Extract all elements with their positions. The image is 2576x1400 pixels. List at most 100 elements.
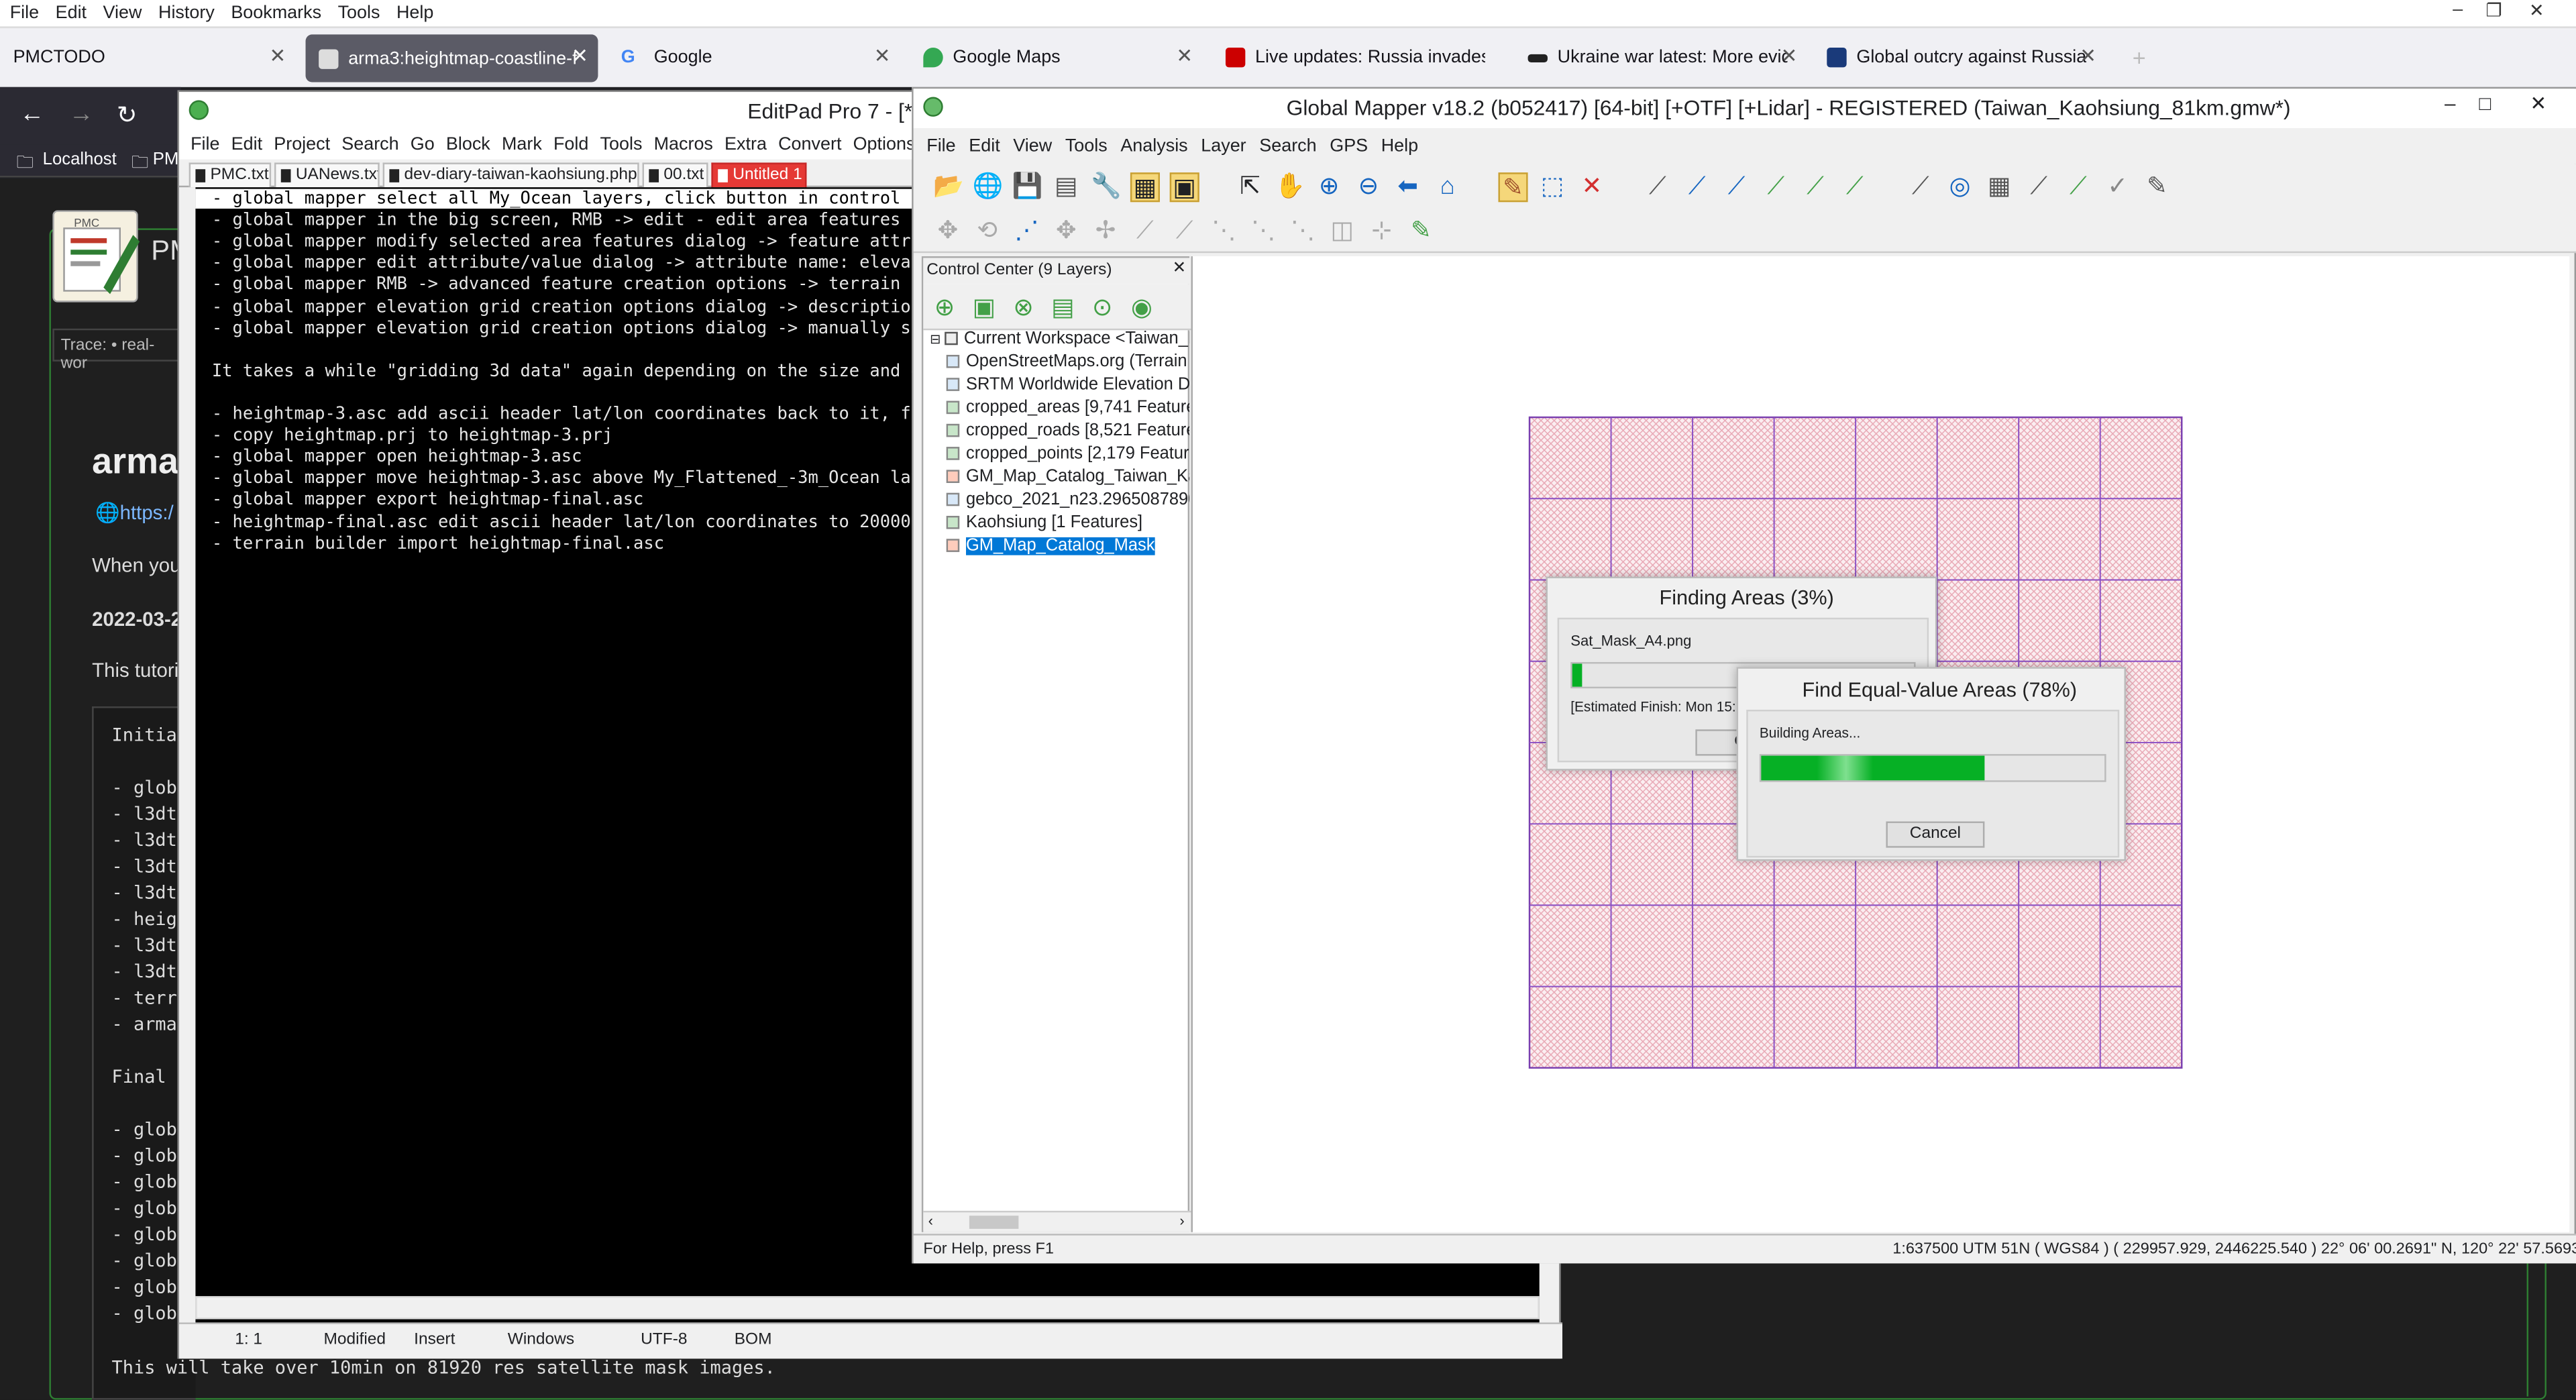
open-folder-icon[interactable]: 📂 xyxy=(933,172,964,202)
scroll-left-icon[interactable]: ‹ xyxy=(928,1212,933,1228)
zoom-out-icon[interactable]: ⊖ xyxy=(1354,172,1383,202)
ep-menu-item[interactable]: File xyxy=(191,134,219,154)
tab-global-outcry[interactable]: Global outcry against Russia esc✕ xyxy=(1814,28,2106,87)
layer-item[interactable]: SRTM Worldwide Elevation Da xyxy=(946,376,1189,394)
target-icon[interactable]: ◎ xyxy=(1945,172,1975,202)
snap-icon[interactable]: ⋱ xyxy=(1288,217,1318,246)
ep-menu-item[interactable]: Tools xyxy=(600,134,643,154)
layer-workspace[interactable]: ⊟ Current Workspace <Taiwan_Ka xyxy=(930,330,1189,348)
close-icon[interactable]: ✕ xyxy=(2517,0,2557,21)
print-icon[interactable]: ▤ xyxy=(1051,172,1081,202)
grid-icon[interactable]: ▦ xyxy=(1984,172,2014,202)
article-link[interactable]: 🌐https:/ xyxy=(95,501,174,524)
zoom-layer-icon[interactable]: ⊙ xyxy=(1087,294,1117,323)
trace-breadcrumb[interactable]: Trace: • real-wor xyxy=(52,328,184,373)
tab-ukraine-latest[interactable]: Ukraine war latest: More eviden ✕ xyxy=(1515,28,1807,87)
close-tab-icon[interactable]: ✕ xyxy=(572,44,588,67)
scroll-right-icon[interactable]: › xyxy=(1179,1212,1184,1228)
gm-menu-item[interactable]: Layer xyxy=(1201,136,1246,156)
save-icon[interactable]: 💾 xyxy=(1012,172,1043,202)
ep-tab-uanews[interactable]: UANews.txt xyxy=(274,162,380,188)
gm-menu-item[interactable]: Edit xyxy=(969,136,1000,156)
profile-icon[interactable]: ⟋ xyxy=(2024,172,2053,202)
ep-menu-item[interactable]: Edit xyxy=(231,134,262,154)
gm-menu-item[interactable]: GPS xyxy=(1330,136,1368,156)
minimize-icon[interactable]: – xyxy=(2438,0,2477,19)
ep-menu-item[interactable]: Options xyxy=(853,134,916,154)
move-vertex-icon[interactable]: ✥ xyxy=(1051,217,1081,246)
rotate-icon[interactable]: ⟲ xyxy=(973,217,1002,246)
ep-menu-item[interactable]: Project xyxy=(274,134,330,154)
snap-icon[interactable]: ⋱ xyxy=(1248,217,1278,246)
ep-menu-item[interactable]: Go xyxy=(411,134,435,154)
globe-icon[interactable]: 🌐 xyxy=(973,172,1004,202)
line-tool-icon[interactable]: ⟋ xyxy=(1682,172,1712,202)
ep-menu-item[interactable]: Block xyxy=(446,134,490,154)
editpad-hscrollbar[interactable] xyxy=(195,1296,1540,1320)
close-tab-icon[interactable]: ✕ xyxy=(269,44,286,67)
article-link-text[interactable]: https:/ xyxy=(120,501,174,524)
ep-tab-pmc[interactable]: PMC.txt xyxy=(189,162,272,188)
gm-menu-item[interactable]: Search xyxy=(1259,136,1316,156)
bookmark-localhost[interactable]: Localhost xyxy=(43,150,117,169)
layer-item-selected[interactable]: GM_Map_Catalog_Mask xyxy=(946,537,1189,555)
close-tab-icon[interactable]: ✕ xyxy=(2080,44,2096,67)
layer-item[interactable]: cropped_roads [8,521 Feature: xyxy=(946,422,1189,440)
gm-menu-item[interactable]: Analysis xyxy=(1120,136,1187,156)
maximize-icon[interactable]: □ xyxy=(2479,92,2491,115)
new-tab-button[interactable]: + xyxy=(2119,28,2159,87)
menu-history[interactable]: History xyxy=(158,3,215,23)
crop-icon[interactable]: ⊹ xyxy=(1367,217,1397,246)
control-center-hscrollbar[interactable]: ‹ › xyxy=(923,1210,1191,1232)
close-tab-icon[interactable]: ✕ xyxy=(874,44,891,67)
restore-icon[interactable]: ❐ xyxy=(2474,0,2514,21)
close-tab-icon[interactable]: ✕ xyxy=(1176,44,1193,67)
visibility-icon[interactable]: ◉ xyxy=(1127,294,1157,323)
menu-file[interactable]: File xyxy=(10,3,39,23)
tab-pmctodo[interactable]: PMCTODO ✕ xyxy=(0,28,296,87)
gm-menu-item[interactable]: File xyxy=(926,136,955,156)
line-tool-icon[interactable]: ⟋ xyxy=(1801,172,1830,202)
pencil-icon[interactable]: ✎ xyxy=(1406,217,1436,246)
layer-item[interactable]: cropped_areas [9,741 Features xyxy=(946,399,1189,417)
measure-icon[interactable]: ⟋ xyxy=(1906,172,1935,202)
tab-cnn[interactable]: Live updates: Russia invades Uk xyxy=(1212,28,1505,87)
minimize-icon[interactable]: – xyxy=(2445,92,2455,115)
menu-help[interactable]: Help xyxy=(396,3,433,23)
ep-menu-item[interactable]: Convert xyxy=(778,134,841,154)
ep-tab-untitled[interactable]: Untitled 1 xyxy=(711,162,807,188)
forward-icon[interactable]: → xyxy=(69,100,94,128)
tab-google[interactable]: G Google ✕ xyxy=(608,28,900,87)
bookmark-pm[interactable]: PM xyxy=(153,150,179,169)
cancel-button[interactable]: Cancel xyxy=(1886,821,1985,848)
pan-icon[interactable]: ✋ xyxy=(1275,172,1305,202)
split-icon[interactable]: ⟋ xyxy=(1130,217,1160,246)
snap-icon[interactable]: ⋱ xyxy=(1209,217,1238,246)
gm-menu-item[interactable]: View xyxy=(1013,136,1052,156)
delete-icon[interactable]: ✕ xyxy=(1577,172,1607,202)
menu-edit[interactable]: Edit xyxy=(56,3,87,23)
open-layer-icon[interactable]: ⊕ xyxy=(930,294,959,323)
layer-item[interactable]: gebco_2021_n23.29650878906 xyxy=(946,491,1189,509)
add-vertex-icon[interactable]: ✢ xyxy=(1091,217,1120,246)
overlay-control-icon[interactable]: ▦ xyxy=(1130,172,1160,203)
vertex-icon[interactable]: ⋰ xyxy=(1012,217,1042,246)
gm-menu-item[interactable]: Help xyxy=(1381,136,1418,156)
zoom-in-icon[interactable]: ⊕ xyxy=(1314,172,1344,202)
layer-item[interactable]: cropped_points [2,179 Feature xyxy=(946,445,1189,464)
layer-options-icon[interactable]: ▣ xyxy=(969,294,999,323)
gm-menu-item[interactable]: Tools xyxy=(1065,136,1108,156)
combine-icon[interactable]: ◫ xyxy=(1328,217,1357,246)
menu-tools[interactable]: Tools xyxy=(338,3,380,23)
close-tab-icon[interactable]: ✕ xyxy=(1781,44,1798,67)
line-tool-icon[interactable]: ⟋ xyxy=(1840,172,1870,202)
ep-menu-item[interactable]: Search xyxy=(341,134,398,154)
line-tool-icon[interactable]: ⟋ xyxy=(1761,172,1790,202)
back-icon[interactable]: ← xyxy=(19,100,44,128)
line-tool-icon[interactable]: ⟋ xyxy=(1722,172,1752,202)
ep-menu-item[interactable]: Extra xyxy=(724,134,767,154)
close-icon[interactable]: ✕ xyxy=(1173,260,1187,278)
terrain-icon[interactable]: ⟋ xyxy=(2063,172,2093,202)
close-icon[interactable]: ✕ xyxy=(2530,92,2546,115)
path-icon[interactable]: ✓ xyxy=(2103,172,2133,202)
